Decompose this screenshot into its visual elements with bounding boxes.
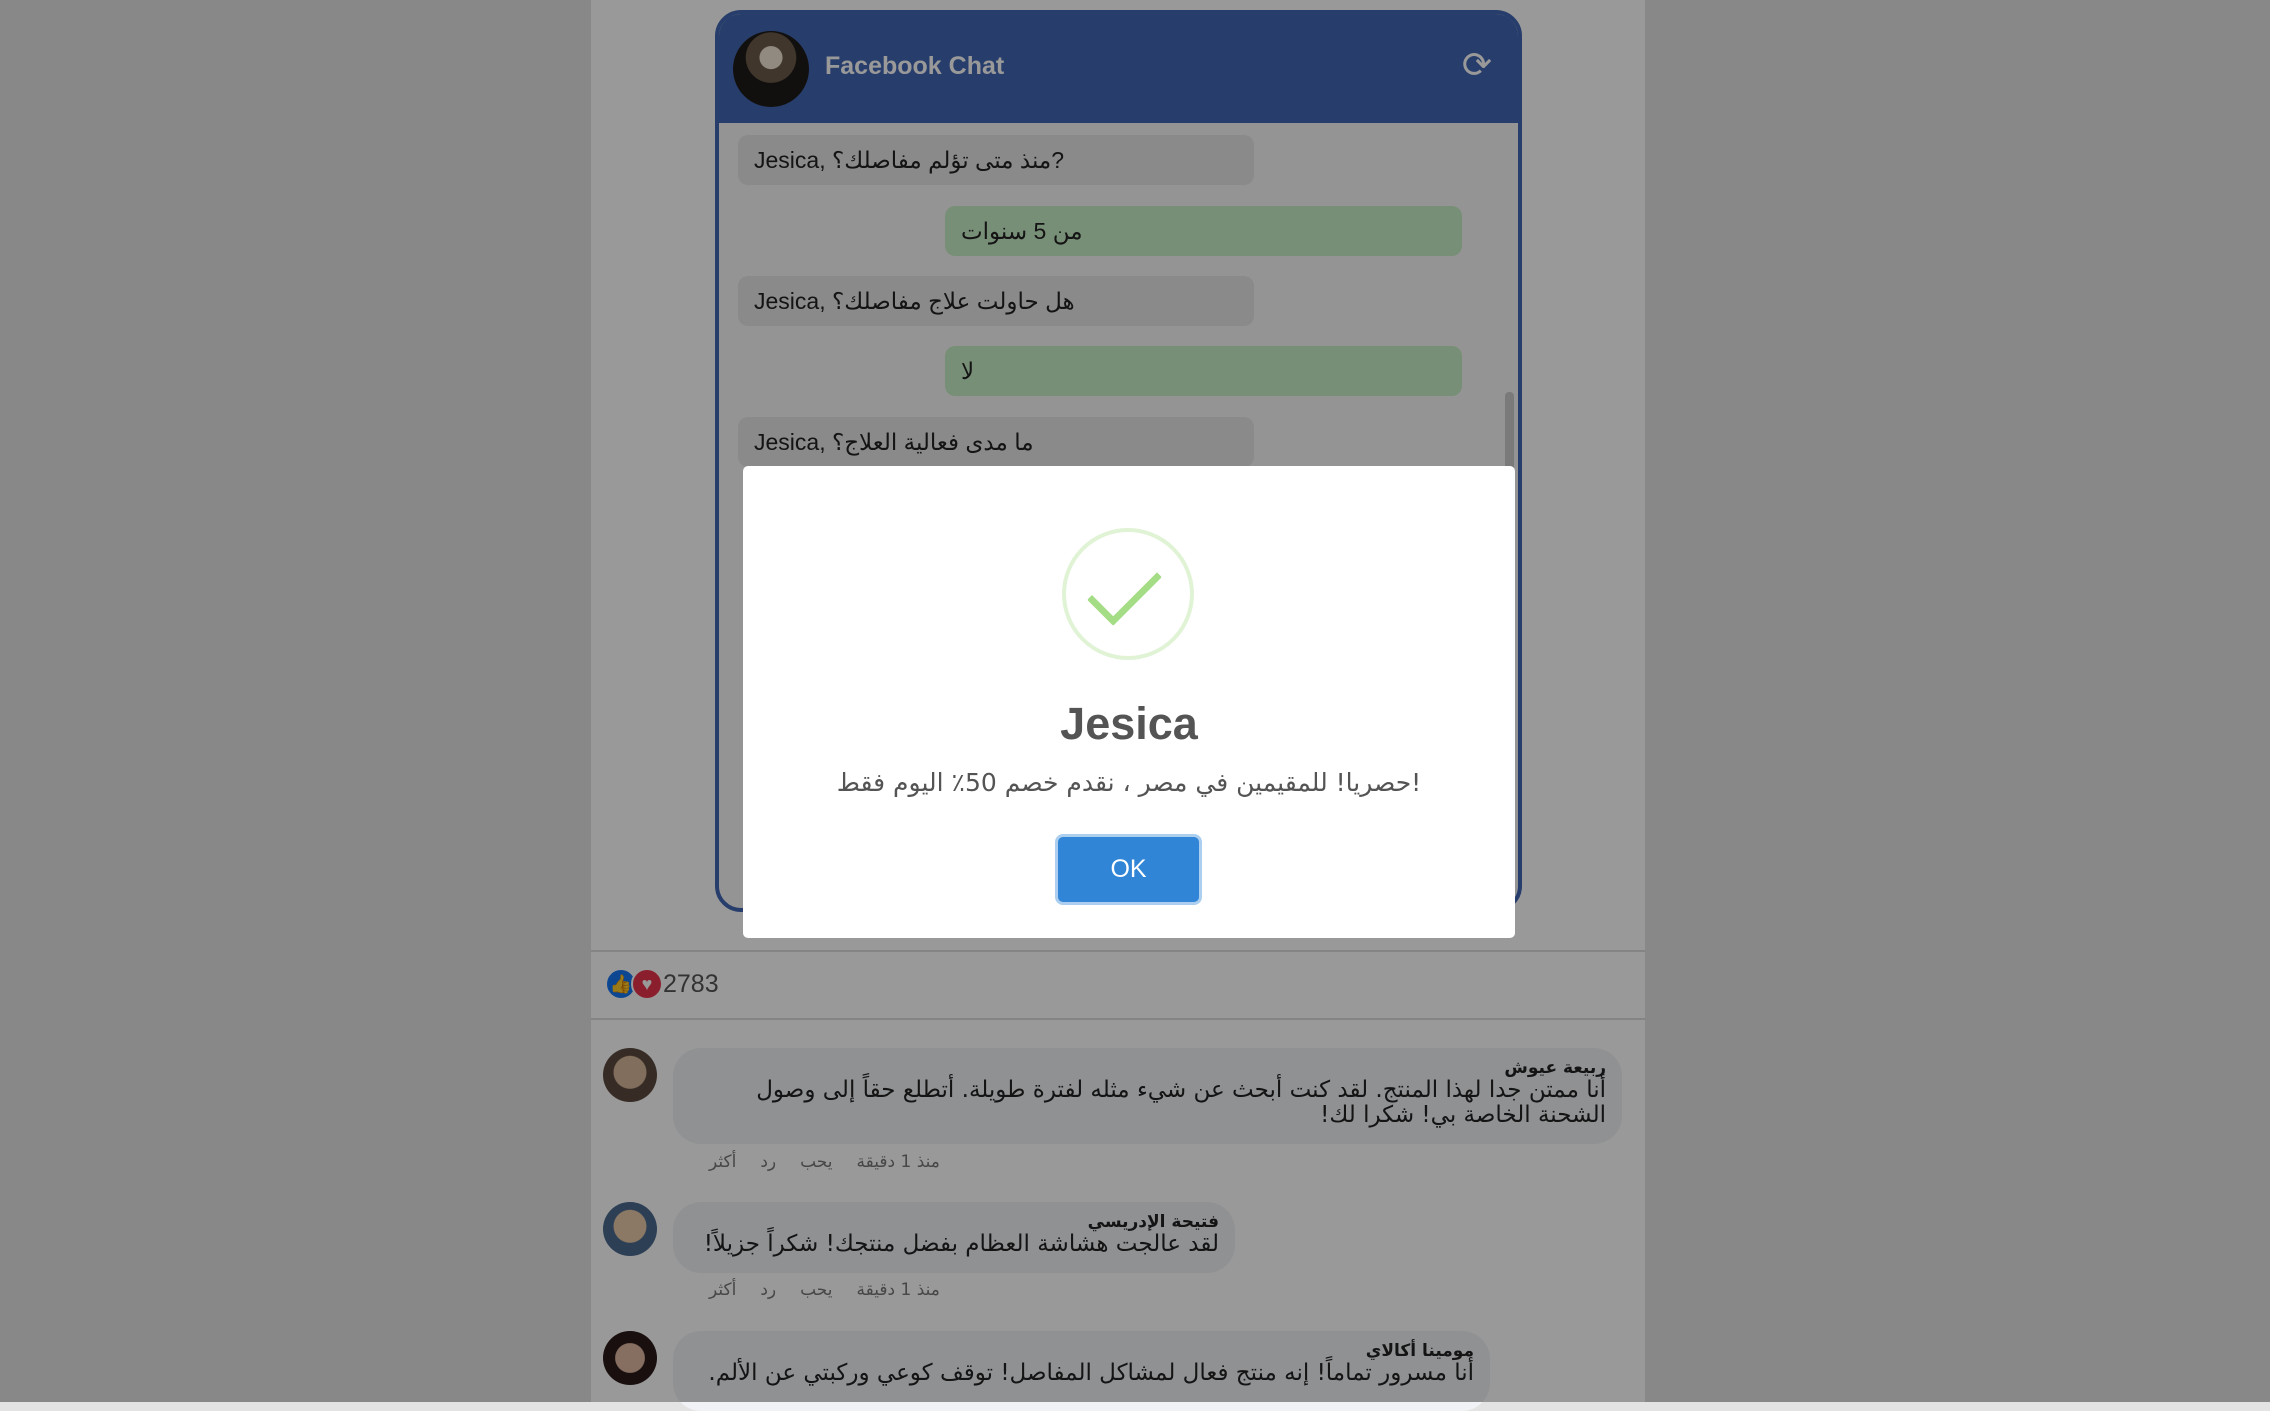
ok-button[interactable]: OK [1058,837,1199,902]
success-check-icon [1062,528,1194,660]
alert-dialog: Jesica حصريا! للمقيمين في مصر ، نقدم خصم… [743,466,1515,938]
dialog-title: Jesica [1060,698,1198,749]
dialog-text: حصريا! للمقيمين في مصر ، نقدم خصم 50٪ ال… [836,768,1422,797]
